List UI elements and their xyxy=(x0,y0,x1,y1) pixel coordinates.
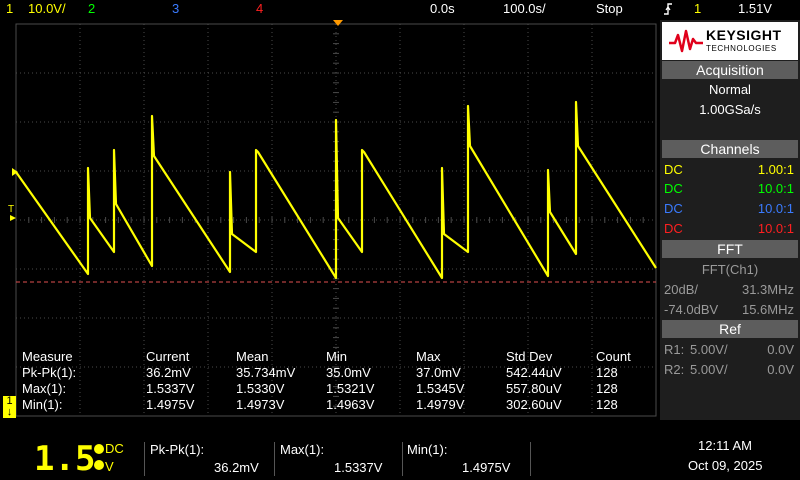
header-mean: Mean xyxy=(236,349,269,364)
brand-subtitle: TECHNOLOGIES xyxy=(706,44,777,53)
brand-name: KEYSIGHT xyxy=(706,27,782,43)
quick-meas-2-value: 1.5337V xyxy=(334,460,383,475)
ch4-indicator[interactable]: 4 xyxy=(256,1,263,17)
measure-min: 35.0mV xyxy=(326,365,371,380)
header-std-dev: Std Dev xyxy=(506,349,553,364)
ch3-indicator[interactable]: 3 xyxy=(172,1,179,17)
quick-meas-1-label[interactable]: Pk-Pk(1): xyxy=(150,442,204,458)
channels-list: DC 1.00:1 DC 10.0:1 DC 10.0:1 DC 10.0:1 xyxy=(660,161,800,241)
measure-current: 36.2mV xyxy=(146,365,191,380)
ref2-label: R2: xyxy=(664,362,685,377)
trigger-level[interactable]: 1.51V xyxy=(738,1,772,17)
ch1-coupling[interactable]: DC xyxy=(664,162,683,178)
fft-center: 31.3MHz xyxy=(741,282,794,297)
quick-meas-3-value: 1.4975V xyxy=(462,460,511,475)
dvm-channel-dot xyxy=(94,444,104,454)
header-count: Count xyxy=(596,349,631,364)
dvm-unit-dot xyxy=(94,460,104,470)
header-max: Max xyxy=(416,349,441,364)
clock-time: 12:11 AM xyxy=(698,438,752,453)
ref2-scale: 5.00V/ xyxy=(690,362,728,377)
fft-source: FFT(Ch1) xyxy=(701,262,759,277)
divider xyxy=(274,442,275,476)
fft-span: 15.6MHz xyxy=(741,302,794,317)
ch4-coupling[interactable]: DC xyxy=(664,221,683,237)
fft-offset: -74.0dBV xyxy=(664,302,719,317)
ref1-label: R1: xyxy=(664,342,685,357)
side-panel: KEYSIGHT TECHNOLOGIES Acquisition Normal… xyxy=(660,20,800,420)
quick-meas-2-label[interactable]: Max(1): xyxy=(280,442,324,458)
acquisition-mode: Normal xyxy=(709,82,751,97)
measure-max: 1.5345V xyxy=(416,381,465,396)
acquisition-rate: 1.00GSa/s xyxy=(699,102,761,117)
keysight-logo: KEYSIGHT TECHNOLOGIES xyxy=(662,22,798,60)
dvm-coupling: DC xyxy=(105,441,124,456)
measure-name: Pk-Pk(1): xyxy=(22,365,77,380)
time-scale[interactable]: 100.0s/ xyxy=(503,1,546,17)
ch4-probe[interactable]: 10.0:1 xyxy=(758,221,794,237)
measurement-row[interactable]: Max(1): 1.5337V 1.5330V 1.5321V 1.5345V … xyxy=(0,381,660,397)
measurement-header-row: Measure Current Mean Min Max Std Dev Cou… xyxy=(0,349,660,365)
ch2-coupling[interactable]: DC xyxy=(664,181,683,197)
ch2-probe[interactable]: 10.0:1 xyxy=(758,181,794,197)
measure-mean: 35.734mV xyxy=(236,365,296,380)
divider xyxy=(144,442,145,476)
measurement-scroll-indicator[interactable]: 1 ↓ xyxy=(3,396,16,418)
clock-date: Oct 09, 2025 xyxy=(688,458,763,473)
measure-std-dev: 557.80uV xyxy=(506,381,562,396)
measure-std-dev: 542.44uV xyxy=(506,365,562,380)
divider xyxy=(530,442,531,476)
trigger-marker-label: T xyxy=(8,204,14,215)
time-delay[interactable]: 0.0s xyxy=(430,1,455,17)
header-min: Min xyxy=(326,349,347,364)
measure-count: 128 xyxy=(596,381,618,396)
measure-name: Min(1): xyxy=(22,397,63,412)
top-status-bar: 1 10.0V/ 2 3 4 0.0s 100.0s/ Stop 1 1.51V xyxy=(0,0,800,20)
ref2-offset: 0.0V xyxy=(767,362,794,377)
ch1-probe[interactable]: 1.00:1 xyxy=(758,162,794,178)
channels-header[interactable]: Channels xyxy=(662,140,798,158)
measure-count: 128 xyxy=(596,365,618,380)
quick-meas-1-value: 36.2mV xyxy=(214,460,259,475)
trigger-edge-icon[interactable] xyxy=(662,1,674,21)
trigger-channel[interactable]: 1 xyxy=(694,1,701,17)
fft-header[interactable]: FFT xyxy=(662,240,798,258)
ch3-coupling[interactable]: DC xyxy=(664,201,683,217)
digital-voltmeter-value: 1.5 xyxy=(34,439,96,479)
measure-mean: 1.5330V xyxy=(236,381,285,396)
measure-std-dev: 302.60uV xyxy=(506,397,562,412)
ref1-offset: 0.0V xyxy=(767,342,794,357)
dvm-unit: V xyxy=(105,459,114,474)
header-measure: Measure xyxy=(22,349,73,364)
measure-current: 1.5337V xyxy=(146,381,195,396)
acquisition-header[interactable]: Acquisition xyxy=(662,61,798,79)
fft-scale: 20dB/ xyxy=(664,282,698,297)
measure-mean: 1.4973V xyxy=(236,397,285,412)
ch3-probe[interactable]: 10.0:1 xyxy=(758,201,794,217)
measurement-row[interactable]: 1 ↓ Min(1): 1.4975V 1.4973V 1.4963V 1.497… xyxy=(0,396,660,418)
measure-max: 37.0mV xyxy=(416,365,461,380)
measure-max: 1.4979V xyxy=(416,397,465,412)
ref-header[interactable]: Ref xyxy=(662,320,798,338)
run-state[interactable]: Stop xyxy=(596,1,623,17)
quick-meas-3-label[interactable]: Min(1): xyxy=(407,442,447,458)
ch1-indicator[interactable]: 1 xyxy=(6,1,13,17)
divider xyxy=(402,442,403,476)
measurement-row[interactable]: Pk-Pk(1): 36.2mV 35.734mV 35.0mV 37.0mV … xyxy=(0,365,660,381)
measure-current: 1.4975V xyxy=(146,397,195,412)
measurement-table: Measure Current Mean Min Max Std Dev Cou… xyxy=(0,348,660,420)
ref1-scale: 5.00V/ xyxy=(690,342,728,357)
keysight-wave-icon xyxy=(669,29,703,53)
measure-min: 1.4963V xyxy=(326,397,375,412)
ch2-indicator[interactable]: 2 xyxy=(88,1,95,17)
ch1-scale[interactable]: 10.0V/ xyxy=(28,1,66,17)
measure-min: 1.5321V xyxy=(326,381,375,396)
measure-count: 128 xyxy=(596,397,618,412)
measure-name: Max(1): xyxy=(22,381,67,396)
header-current: Current xyxy=(146,349,190,364)
bottom-bar: 1.5 DC V Pk-Pk(1): 36.2mV Max(1): 1.5337… xyxy=(0,438,800,480)
